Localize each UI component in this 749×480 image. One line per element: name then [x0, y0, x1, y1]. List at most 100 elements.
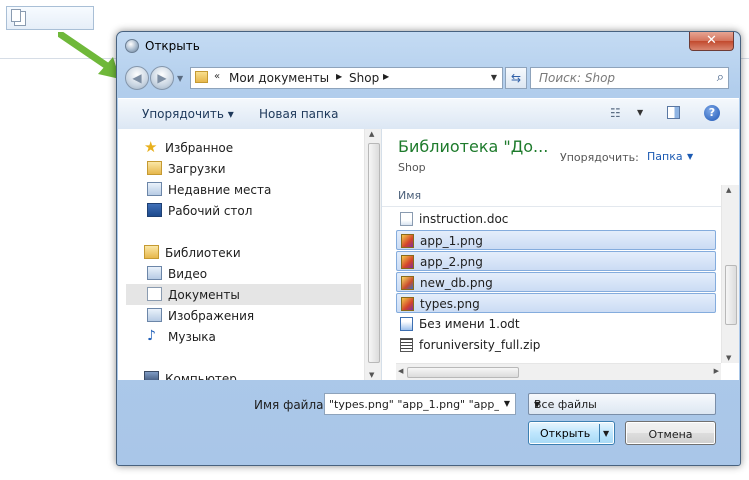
sidebar-item-label: Загрузки: [168, 162, 226, 176]
document-icon: [11, 9, 26, 26]
address-bar[interactable]: « Мои документы ▶ Shop ▶ ▼: [190, 67, 503, 89]
file-name: app_2.png: [420, 255, 483, 269]
scroll-down-icon[interactable]: ▼: [726, 354, 731, 362]
scroll-up-icon[interactable]: ▲: [726, 186, 731, 194]
pictures-icon: [147, 308, 162, 322]
recent-pages-dropdown-icon[interactable]: ▼: [177, 74, 183, 83]
file-list-vertical-scrollbar[interactable]: ▲ ▼: [721, 185, 739, 363]
file-row-app-1-png[interactable]: app_1.png: [396, 230, 716, 250]
back-arrow-icon: ◀: [132, 71, 142, 85]
scroll-left-icon[interactable]: ◀: [398, 367, 403, 375]
file-name: Без имени 1.odt: [419, 317, 520, 331]
search-icon[interactable]: ⌕: [717, 70, 724, 85]
file-row-types-png[interactable]: types.png: [396, 293, 716, 313]
file-row-instruction-doc[interactable]: instruction.doc: [396, 209, 716, 229]
image-file-icon: [401, 276, 414, 290]
navigation-scrollbar[interactable]: ▲ ▼: [364, 129, 381, 380]
file-row-new-db-png[interactable]: new_db.png: [396, 272, 716, 292]
sidebar-item-documents[interactable]: Документы: [126, 284, 361, 305]
file-name: app_1.png: [420, 234, 483, 248]
organize-button[interactable]: Упорядочить ▾: [142, 107, 234, 121]
arrange-dropdown-icon[interactable]: ▼: [687, 152, 693, 161]
filename-input[interactable]: "types.png" "app_1.png" "app_2 ▼: [324, 393, 516, 415]
refresh-button[interactable]: ⇆: [505, 67, 527, 89]
dialog-titlebar: Открыть ✕: [117, 32, 740, 60]
view-dropdown-icon[interactable]: ▼: [637, 108, 643, 117]
address-dropdown-icon[interactable]: ▼: [491, 73, 497, 82]
sidebar-item-computer[interactable]: Компьютер: [118, 368, 363, 380]
file-list-horizontal-scrollbar[interactable]: ◀ ▶: [396, 363, 721, 380]
scroll-down-icon[interactable]: ▼: [369, 371, 374, 379]
documents-icon: [147, 287, 162, 301]
sidebar-item-downloads[interactable]: Загрузки: [118, 158, 363, 179]
sidebar-item-label: Видео: [168, 267, 208, 281]
new-folder-button[interactable]: Новая папка: [259, 107, 338, 121]
doc-file-icon: [400, 212, 413, 226]
file-row-foruniversity-zip[interactable]: foruniversity_full.zip: [396, 335, 716, 355]
open-button[interactable]: Открыть ▼: [528, 421, 615, 445]
arrange-by-dropdown[interactable]: Папка: [647, 150, 683, 163]
open-options-dropdown-icon[interactable]: ▼: [603, 429, 609, 438]
library-subtitle: Shop: [398, 161, 426, 174]
name-column-header[interactable]: Имя: [382, 185, 721, 207]
navigation-row: ◀ ▶ ▼ « Мои документы ▶ Shop ▶ ▼ ⇆ Поиск…: [125, 66, 732, 92]
forward-button[interactable]: ▶: [150, 66, 174, 90]
split-button-divider: [599, 424, 600, 442]
filename-history-dropdown-icon[interactable]: ▼: [499, 394, 515, 414]
sidebar-item-label: Библиотеки: [165, 246, 241, 260]
scroll-right-icon[interactable]: ▶: [714, 367, 719, 375]
sidebar-item-favorites[interactable]: ★ Избранное: [118, 137, 363, 158]
new-document-button[interactable]: [6, 6, 94, 30]
cancel-button[interactable]: Отмена: [625, 421, 716, 445]
file-row-untitled-odt[interactable]: Без имени 1.odt: [396, 314, 716, 334]
sidebar-item-label: Недавние места: [168, 183, 272, 197]
sidebar-item-video[interactable]: Видео: [118, 263, 363, 284]
breadcrumb-shop[interactable]: Shop: [349, 71, 379, 85]
zip-file-icon: [400, 338, 413, 352]
open-file-dialog: Открыть ✕ ◀ ▶ ▼ « Мои документы ▶ Shop ▶…: [116, 31, 741, 466]
refresh-icon: ⇆: [510, 71, 522, 85]
sidebar-item-music[interactable]: ♪ Музыка: [118, 326, 363, 347]
sidebar-item-desktop[interactable]: Рабочий стол: [118, 200, 363, 221]
star-icon: ★: [144, 138, 158, 156]
scroll-up-icon[interactable]: ▲: [369, 130, 374, 138]
sidebar-item-label: Избранное: [165, 141, 234, 155]
downloads-icon: [147, 161, 162, 175]
recent-places-icon: [147, 182, 162, 196]
search-placeholder: Поиск: Shop: [539, 71, 616, 85]
file-name: instruction.doc: [419, 212, 509, 226]
column-header-label: Имя: [398, 189, 422, 202]
scrollbar-thumb[interactable]: [407, 367, 519, 378]
back-button[interactable]: ◀: [125, 66, 149, 90]
breadcrumb-chevron-icon[interactable]: ▶: [383, 72, 389, 81]
scrollbar-thumb[interactable]: [725, 265, 737, 325]
music-icon: ♪: [147, 328, 156, 344]
sidebar-item-pictures[interactable]: Изображения: [118, 305, 363, 326]
command-bar: Упорядочить ▾ Новая папка ☷ ▼ ?: [118, 98, 739, 130]
search-input[interactable]: Поиск: Shop ⌕: [530, 67, 729, 89]
sidebar-item-label: Компьютер: [165, 372, 237, 380]
scrollbar-thumb[interactable]: [368, 143, 380, 363]
sidebar-item-recent-places[interactable]: Недавние места: [118, 179, 363, 200]
libraries-icon: [144, 245, 159, 259]
preview-pane-icon[interactable]: [667, 106, 680, 119]
help-icon[interactable]: ?: [704, 105, 720, 121]
navigation-pane: ★ Избранное Загрузки Недавние места Рабо…: [118, 129, 382, 380]
file-list-pane: Библиотека "До... Shop Упорядочить: Папк…: [382, 129, 739, 380]
file-name: types.png: [420, 297, 480, 311]
image-file-icon: [401, 297, 414, 311]
chevron-down-icon: ▼: [534, 400, 541, 409]
file-name: new_db.png: [420, 276, 493, 290]
view-mode-icon[interactable]: ☷: [610, 106, 621, 120]
close-button[interactable]: ✕: [689, 32, 734, 51]
address-overflow-chevron[interactable]: «: [214, 71, 220, 82]
image-file-icon: [401, 234, 414, 248]
file-row-app-2-png[interactable]: app_2.png: [396, 251, 716, 271]
arrange-by-label: Упорядочить:: [560, 151, 639, 164]
open-button-label: Открыть: [540, 427, 591, 440]
sidebar-item-libraries[interactable]: Библиотеки: [118, 242, 363, 263]
file-type-select[interactable]: Все файлы ▼: [528, 393, 716, 415]
app-icon: [125, 39, 139, 53]
breadcrumb-my-documents[interactable]: Мои документы: [229, 71, 329, 85]
breadcrumb-chevron-icon[interactable]: ▶: [336, 72, 342, 81]
